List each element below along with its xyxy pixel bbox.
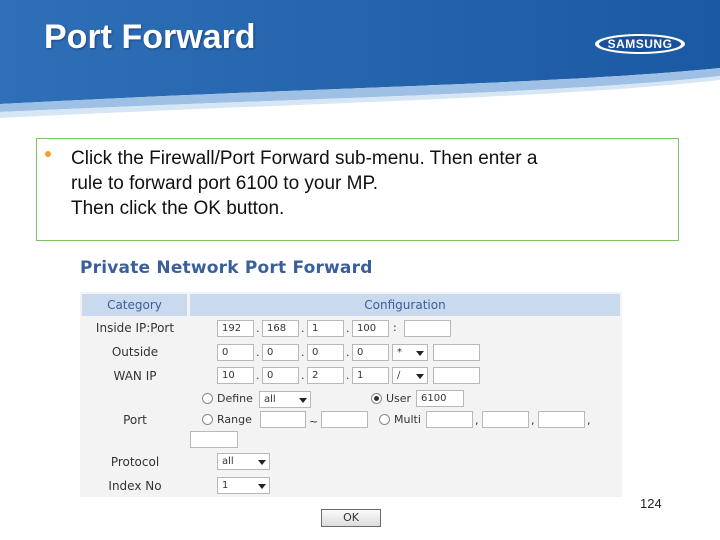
dot-separator: . (301, 369, 305, 382)
define-value: all (264, 394, 276, 405)
wan-mask-select[interactable]: / (392, 367, 428, 384)
comma-separator: , (531, 414, 535, 427)
instruction-box: Click the Firewall/Port Forward sub-menu… (36, 138, 679, 241)
define-select[interactable]: all (259, 391, 311, 408)
index-label: Index No (108, 479, 162, 493)
outside-ip-octet-4[interactable]: 0 (352, 344, 389, 361)
multi-radio[interactable] (379, 414, 390, 425)
index-select[interactable]: 1 (217, 477, 270, 494)
user-radio[interactable] (371, 393, 382, 404)
outside-mask-select[interactable]: * (392, 344, 428, 361)
protocol-value: all (222, 456, 234, 467)
index-value: 1 (222, 480, 229, 491)
colon-separator: : (393, 321, 397, 334)
dot-separator: . (346, 346, 350, 359)
category-header: Category (82, 294, 187, 316)
dot-separator: . (301, 346, 305, 359)
outside-ip-octet-3[interactable]: 0 (307, 344, 344, 361)
wan-extra-input[interactable] (433, 367, 480, 384)
wan-ip-octet-1[interactable]: 10 (217, 367, 254, 384)
port-label: Port (123, 413, 147, 427)
define-radio[interactable] (202, 393, 213, 404)
page-title: Port Forward (44, 18, 256, 56)
outside-ip-octet-2[interactable]: 0 (262, 344, 299, 361)
inside-ip-octet-3[interactable]: 1 (307, 320, 344, 337)
comma-separator: , (475, 414, 479, 427)
wan-ip-octet-2[interactable]: 0 (262, 367, 299, 384)
dot-separator: . (256, 322, 260, 335)
chevron-down-icon (258, 460, 266, 465)
multi-port-input-4[interactable] (190, 431, 238, 448)
samsung-logo: SAMSUNG (594, 33, 686, 55)
dot-separator: . (256, 346, 260, 359)
bullet-icon (45, 151, 51, 157)
user-port-input[interactable]: 6100 (416, 390, 464, 407)
inside-port-input[interactable] (404, 320, 451, 337)
range-separator: ~ (309, 415, 319, 428)
chevron-down-icon (258, 484, 266, 489)
ok-button[interactable]: OK (321, 509, 381, 527)
dot-separator: . (301, 322, 305, 335)
wan-ip-octet-3[interactable]: 2 (307, 367, 344, 384)
inside-ip-octet-2[interactable]: 168 (262, 320, 299, 337)
inside-ip-octet-4[interactable]: 100 (352, 320, 389, 337)
comma-separator: , (587, 414, 591, 427)
chevron-down-icon (416, 351, 424, 356)
chevron-down-icon (416, 374, 424, 379)
dot-separator: . (346, 322, 350, 335)
slide-header: Port Forward SAMSUNG (0, 0, 720, 118)
multi-port-input-3[interactable] (538, 411, 585, 428)
outside-ip-octet-1[interactable]: 0 (217, 344, 254, 361)
multi-port-input-1[interactable] (426, 411, 473, 428)
protocol-label: Protocol (110, 455, 160, 469)
form-title: Private Network Port Forward (80, 258, 373, 278)
range-start-input[interactable] (260, 411, 306, 428)
wan-mask-value: / (397, 370, 401, 381)
logo-text: SAMSUNG (607, 37, 673, 51)
chevron-down-icon (299, 398, 307, 403)
outside-mask-value: * (397, 347, 402, 358)
multi-port-input-2[interactable] (482, 411, 529, 428)
outside-extra-input[interactable] (433, 344, 480, 361)
instruction-line-2: rule to forward port 6100 to your MP. (71, 173, 378, 194)
instruction-line-1: Click the Firewall/Port Forward sub-menu… (71, 148, 538, 169)
define-label: Define (217, 392, 253, 405)
inside-ip-octet-1[interactable]: 192 (217, 320, 254, 337)
wan-ip-label: WAN IP (113, 369, 157, 383)
range-label: Range (217, 413, 252, 426)
range-radio[interactable] (202, 414, 213, 425)
page-number: 124 (640, 496, 662, 511)
dot-separator: . (346, 369, 350, 382)
configuration-header: Configuration (190, 294, 620, 316)
instruction-line-3: Then click the OK button. (71, 198, 285, 219)
protocol-select[interactable]: all (217, 453, 270, 470)
wan-ip-octet-4[interactable]: 1 (352, 367, 389, 384)
inside-ip-label: Inside IP:Port (95, 321, 175, 335)
range-end-input[interactable] (321, 411, 368, 428)
user-label: User (386, 392, 412, 405)
multi-label: Multi (394, 413, 421, 426)
dot-separator: . (256, 369, 260, 382)
outside-label: Outside (111, 345, 159, 359)
